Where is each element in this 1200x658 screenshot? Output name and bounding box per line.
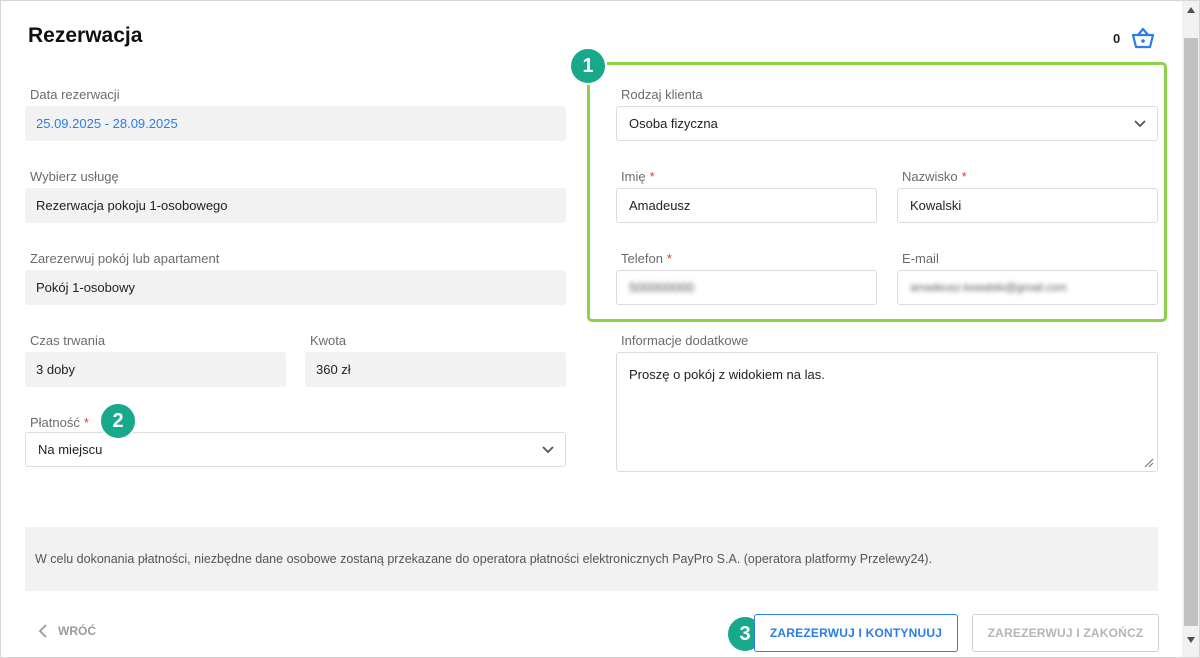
first-name-label: Imię * bbox=[621, 169, 655, 184]
page-title: Rezerwacja bbox=[28, 24, 143, 47]
client-type-label: Rodzaj klienta bbox=[621, 87, 703, 102]
scroll-down-arrow-icon[interactable] bbox=[1186, 636, 1196, 644]
first-name-field[interactable]: Amadeusz bbox=[616, 188, 877, 223]
chevron-left-icon bbox=[38, 624, 47, 638]
required-mark: * bbox=[961, 169, 967, 184]
chevron-down-icon bbox=[542, 445, 554, 453]
duration-field: 3 doby bbox=[25, 352, 286, 387]
phone-label: Telefon * bbox=[621, 251, 672, 266]
basket-icon[interactable] bbox=[1130, 26, 1156, 50]
required-mark: * bbox=[666, 251, 672, 266]
step-badge-2: 2 bbox=[99, 402, 137, 440]
last-name-field[interactable]: Kowalski bbox=[897, 188, 1158, 223]
resize-handle-icon[interactable] bbox=[1142, 456, 1154, 468]
payment-select[interactable]: Na miejscu bbox=[25, 432, 566, 467]
client-type-select[interactable]: Osoba fizyczna bbox=[616, 106, 1158, 141]
client-type-value: Osoba fizyczna bbox=[629, 116, 718, 131]
email-field[interactable]: amadeusz.kowalski@gmail.com bbox=[897, 270, 1158, 305]
scroll-up-arrow-icon[interactable] bbox=[1186, 6, 1196, 14]
date-label: Data rezerwacji bbox=[30, 87, 120, 102]
service-field: Rezerwacja pokoju 1-osobowego bbox=[25, 188, 566, 223]
reserve-continue-button[interactable]: ZAREZERWUJ I KONTYNUUJ bbox=[754, 614, 958, 652]
extra-info-textarea[interactable]: Proszę o pokój z widokiem na las. bbox=[616, 352, 1158, 472]
duration-label: Czas trwania bbox=[30, 333, 106, 348]
room-label: Zarezerwuj pokój lub apartament bbox=[30, 251, 220, 266]
phone-field[interactable]: 500000000 bbox=[616, 270, 877, 305]
step-badge-1: 1 bbox=[569, 47, 607, 85]
amount-label: Kwota bbox=[310, 333, 347, 348]
payment-info-notice: W celu dokonania płatności, niezbędne da… bbox=[25, 527, 1158, 591]
payment-value: Na miejscu bbox=[38, 442, 103, 457]
chevron-down-icon bbox=[1134, 119, 1146, 127]
reserve-finish-button[interactable]: ZAREZERWUJ I ZAKOŃCZ bbox=[972, 614, 1159, 652]
phone-value: 500000000 bbox=[629, 280, 695, 295]
date-field[interactable]: 25.09.2025 - 28.09.2025 bbox=[25, 106, 566, 141]
scrollbar-thumb[interactable] bbox=[1184, 38, 1198, 626]
extra-info-value: Proszę o pokój z widokiem na las. bbox=[629, 367, 825, 382]
extra-info-label: Informacje dodatkowe bbox=[621, 333, 749, 348]
required-mark: * bbox=[649, 169, 655, 184]
amount-field: 360 zł bbox=[305, 352, 566, 387]
email-value: amadeusz.kowalski@gmail.com bbox=[910, 281, 1067, 294]
payment-label: Płatność * bbox=[30, 415, 89, 430]
service-label: Wybierz usługę bbox=[30, 169, 119, 184]
required-mark: * bbox=[83, 415, 89, 430]
email-label: E-mail bbox=[902, 251, 939, 266]
last-name-label: Nazwisko * bbox=[902, 169, 967, 184]
back-label: WRÓĆ bbox=[58, 624, 96, 638]
back-button[interactable]: WRÓĆ bbox=[38, 624, 96, 638]
cart-count: 0 bbox=[1113, 31, 1121, 46]
room-field: Pokój 1-osobowy bbox=[25, 270, 566, 305]
